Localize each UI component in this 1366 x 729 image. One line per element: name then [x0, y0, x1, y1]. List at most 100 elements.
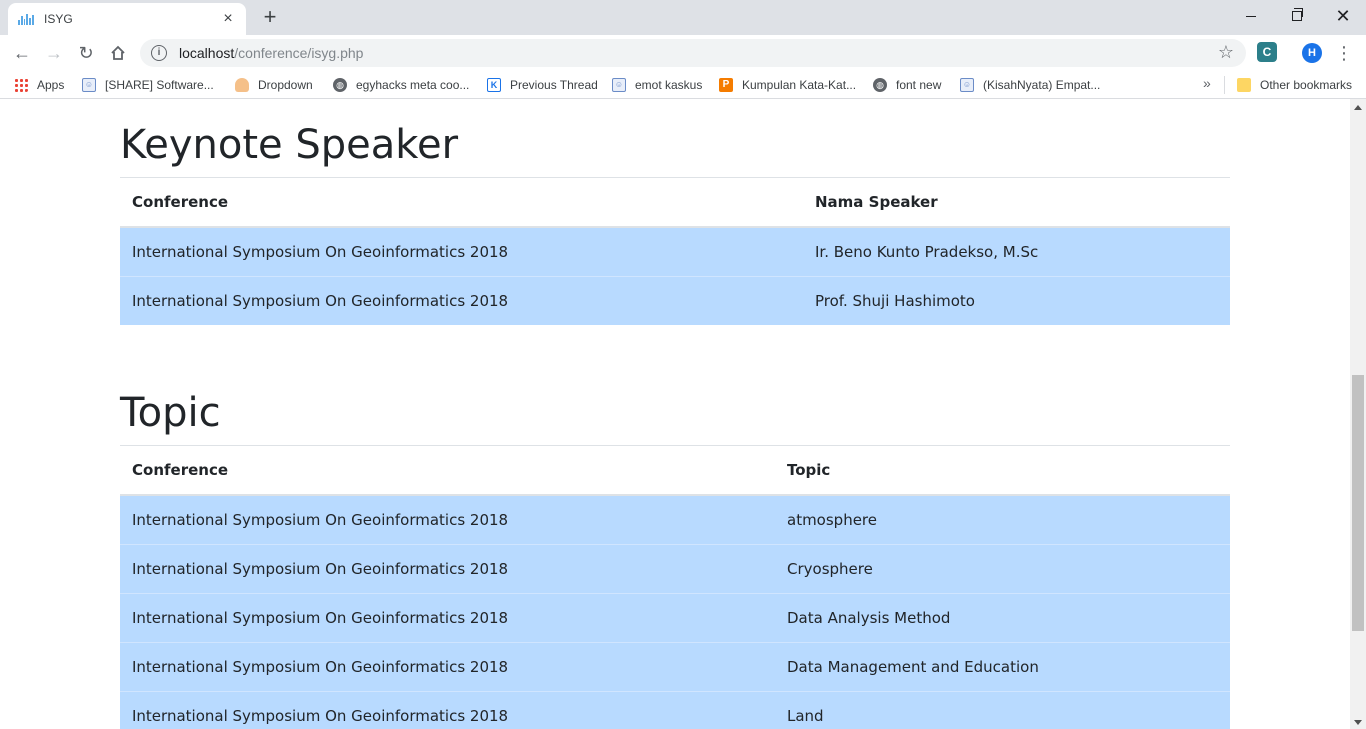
bookmark-label: emot kaskus: [635, 78, 703, 92]
minimize-button[interactable]: [1228, 0, 1274, 32]
bookmarks-divider: [1224, 76, 1225, 94]
page-viewport: Keynote Speaker Conference Nama Speaker …: [0, 99, 1350, 729]
url-host: localhost: [179, 45, 235, 61]
topic-section: Topic Conference Topic International Sym…: [120, 389, 1230, 729]
bookmark-share-software[interactable]: ☺ [SHARE] Software...: [82, 76, 214, 94]
table-header-row: Conference Nama Speaker: [120, 178, 1230, 228]
kaskus-icon: ☺: [82, 78, 96, 92]
reload-icon: ↻: [78, 42, 94, 63]
cell-topic: Land: [775, 691, 1230, 729]
bookmark-label: [SHARE] Software...: [105, 78, 214, 92]
table-row: International Symposium On Geoinformatic…: [120, 276, 1230, 325]
cell-speaker: Prof. Shuji Hashimoto: [803, 276, 1230, 325]
cell-conference: International Symposium On Geoinformatic…: [120, 593, 775, 643]
cell-speaker: Ir. Beno Kunto Pradekso, M.Sc: [803, 226, 1230, 277]
extension-icon[interactable]: C: [1257, 42, 1277, 62]
cell-conference: International Symposium On Geoinformatic…: [120, 691, 775, 729]
window-controls: ✕: [1228, 0, 1366, 32]
page-scrollbar[interactable]: [1350, 99, 1366, 729]
bookmark-label: (KisahNyata) Empat...: [983, 78, 1101, 92]
topic-table: Conference Topic International Symposium…: [120, 446, 1230, 729]
keynote-title: Keynote Speaker: [120, 122, 459, 168]
cell-conference: International Symposium On Geoinformatic…: [120, 226, 803, 277]
table-header-row: Conference Topic: [120, 446, 1230, 496]
more-bookmarks-button[interactable]: »: [1203, 75, 1211, 91]
bookmark-font-new[interactable]: ◍ font new: [873, 76, 941, 94]
close-window-button[interactable]: ✕: [1320, 0, 1366, 32]
minimize-icon: [1246, 15, 1256, 17]
table-row: International Symposium On Geoinformatic…: [120, 691, 1230, 729]
bookmark-label: egyhacks meta coo...: [356, 78, 470, 92]
url-path: /conference/isyg.php: [234, 45, 364, 61]
bookmark-egyhacks[interactable]: ◍ egyhacks meta coo...: [333, 76, 469, 94]
tab-strip: ISYG × + ✕: [0, 0, 1366, 35]
bookmark-dropdown[interactable]: Dropdown: [235, 76, 313, 94]
globe-icon: ◍: [333, 78, 347, 92]
column-header-conference: Conference: [120, 178, 803, 228]
kaskus-k-icon: K: [487, 78, 501, 92]
column-header-speaker: Nama Speaker: [803, 178, 1230, 228]
topic-title: Topic: [120, 390, 221, 436]
column-header-topic: Topic: [775, 446, 1230, 496]
bookmark-emot-kaskus[interactable]: ☺ emot kaskus: [612, 76, 702, 94]
bookmarks-bar: Apps ☺ [SHARE] Software... Dropdown ◍ eg…: [0, 71, 1366, 99]
cell-conference: International Symposium On Geoinformatic…: [120, 494, 775, 545]
restore-button[interactable]: [1274, 0, 1320, 32]
table-row: International Symposium On Geoinformatic…: [120, 593, 1230, 643]
cell-topic: Data Management and Education: [775, 642, 1230, 692]
new-tab-button[interactable]: +: [259, 6, 281, 28]
url-text[interactable]: localhost/conference/isyg.php: [179, 45, 363, 61]
table-row: International Symposium On Geoinformatic…: [120, 642, 1230, 692]
tab-close-icon[interactable]: ×: [220, 11, 236, 27]
bookmark-kumpulan[interactable]: P Kumpulan Kata-Kat...: [719, 76, 856, 94]
bookmark-kisahnyata[interactable]: ☺ (KisahNyata) Empat...: [960, 76, 1100, 94]
keynote-section: Keynote Speaker Conference Nama Speaker …: [120, 121, 1230, 325]
bookmark-label: Kumpulan Kata-Kat...: [742, 78, 857, 92]
table-row: International Symposium On Geoinformatic…: [120, 544, 1230, 594]
column-header-conference: Conference: [120, 446, 775, 496]
restore-icon: [1292, 8, 1303, 21]
home-icon: [111, 45, 125, 60]
tab-isyg[interactable]: ISYG ×: [8, 3, 246, 35]
p-icon: P: [719, 78, 733, 92]
scroll-up-icon[interactable]: [1354, 105, 1362, 110]
table-row: International Symposium On Geoinformatic…: [120, 226, 1230, 277]
cell-topic: Cryosphere: [775, 544, 1230, 594]
table-row: International Symposium On Geoinformatic…: [120, 494, 1230, 545]
scroll-thumb[interactable]: [1352, 375, 1364, 631]
bookmark-label: Apps: [37, 78, 65, 92]
forward-icon: →: [45, 42, 63, 63]
bookmark-other[interactable]: Other bookmarks: [1237, 76, 1352, 94]
apps-icon: [14, 78, 28, 92]
bookmark-previous-thread[interactable]: K Previous Thread: [487, 76, 598, 94]
tab-title: ISYG: [44, 12, 73, 26]
person-icon: [235, 78, 249, 92]
home-button[interactable]: [104, 39, 132, 67]
kaskus-icon: ☺: [612, 78, 626, 92]
menu-icon[interactable]: ⋮: [1334, 41, 1354, 65]
bookmark-label: font new: [896, 78, 942, 92]
bookmark-label: Previous Thread: [510, 78, 598, 92]
cell-topic: atmosphere: [775, 494, 1230, 545]
back-icon: ←: [13, 42, 31, 63]
scroll-down-icon[interactable]: [1354, 720, 1362, 725]
address-bar[interactable]: i localhost/conference/isyg.php ☆: [140, 39, 1246, 67]
info-icon[interactable]: i: [151, 45, 167, 61]
globe-icon: ◍: [873, 78, 887, 92]
cell-topic: Data Analysis Method: [775, 593, 1230, 643]
cell-conference: International Symposium On Geoinformatic…: [120, 276, 803, 325]
reload-button[interactable]: ↻: [72, 39, 100, 67]
close-icon: ✕: [1335, 5, 1351, 26]
forward-button[interactable]: →: [40, 39, 68, 67]
star-icon[interactable]: ☆: [1218, 42, 1234, 63]
bookmark-apps[interactable]: Apps: [14, 76, 64, 94]
bookmark-label: Dropdown: [258, 78, 313, 92]
avatar[interactable]: H: [1302, 43, 1322, 63]
folder-icon: [1237, 78, 1251, 92]
keynote-table: Conference Nama Speaker International Sy…: [120, 178, 1230, 325]
cell-conference: International Symposium On Geoinformatic…: [120, 642, 775, 692]
browser-toolbar: ← → ↻ i localhost/conference/isyg.php ☆ …: [0, 35, 1366, 71]
bookmark-label: Other bookmarks: [1260, 78, 1353, 92]
favicon-icon: [18, 13, 34, 25]
back-button[interactable]: ←: [8, 39, 36, 67]
